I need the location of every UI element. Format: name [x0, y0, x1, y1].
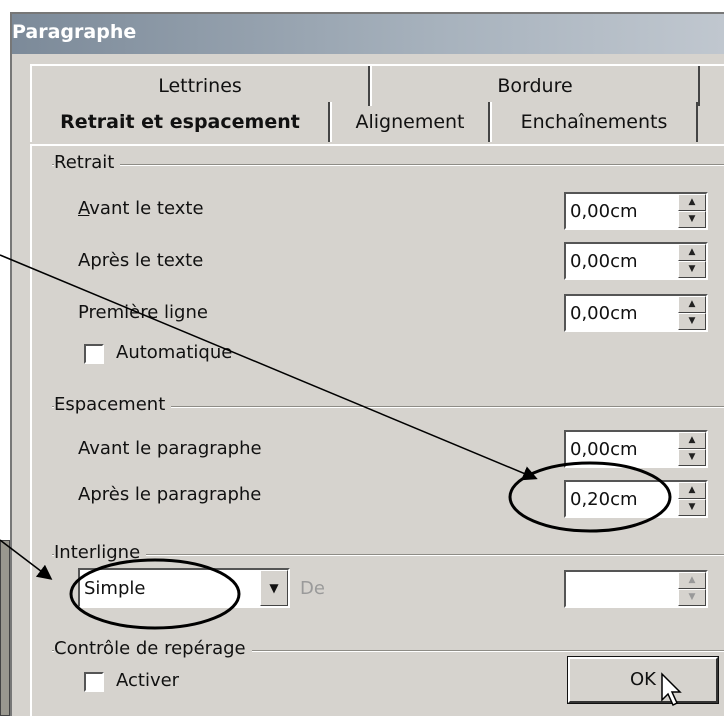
spin-down-icon[interactable]: ▼ [678, 589, 706, 606]
apres-paragraphe-label: Après le paragraphe [78, 484, 262, 505]
paragraph-dialog: Paragraphe Lettrines Bordure Retrait et … [10, 12, 724, 724]
spinner-buttons: ▲ ▼ [678, 194, 706, 228]
spin-up-icon[interactable]: ▲ [678, 572, 706, 589]
tab-lettrines[interactable]: Lettrines [30, 66, 370, 106]
spin-down-icon[interactable]: ▼ [678, 449, 706, 466]
espacement-group-label: Espacement [54, 394, 172, 415]
avant-texte-label-text: vant le texte [89, 198, 204, 219]
de-spinner[interactable]: ▲ ▼ [564, 570, 708, 608]
spin-up-icon[interactable]: ▲ [678, 432, 706, 449]
avant-paragraphe-spinner[interactable]: 0,00cm ▲ ▼ [564, 430, 708, 468]
premiere-ligne-spinner[interactable]: 0,00cm ▲ ▼ [564, 294, 708, 332]
spin-down-icon[interactable]: ▼ [678, 499, 706, 516]
mouse-cursor-icon [661, 672, 682, 707]
spinner-buttons: ▲ ▼ [678, 296, 706, 330]
spin-up-icon[interactable]: ▲ [678, 244, 706, 261]
automatique-checkbox[interactable] [84, 344, 104, 364]
avant-texte-value: 0,00cm [570, 201, 638, 222]
tab-enchainements[interactable]: Enchaînements [490, 102, 698, 142]
spin-up-icon[interactable]: ▲ [678, 482, 706, 499]
spinner-buttons: ▲ ▼ [678, 244, 706, 278]
spin-up-icon[interactable]: ▲ [678, 194, 706, 211]
apres-paragraphe-value: 0,20cm [570, 489, 638, 510]
activer-label: Activer [116, 670, 180, 691]
premiere-ligne-value: 0,00cm [570, 303, 638, 324]
dialog-title: Paragraphe [12, 14, 724, 54]
tab-row-back: Lettrines Bordure [30, 64, 724, 106]
spin-down-icon[interactable]: ▼ [678, 261, 706, 278]
spinner-buttons: ▲ ▼ [678, 432, 706, 466]
activer-checkbox[interactable] [84, 672, 104, 692]
interligne-divider [52, 554, 724, 556]
ok-button[interactable]: OK [567, 656, 719, 704]
apres-paragraphe-spinner[interactable]: 0,20cm ▲ ▼ [564, 480, 708, 518]
background-window [0, 540, 10, 716]
avant-texte-spinner[interactable]: 0,00cm ▲ ▼ [564, 192, 708, 230]
spin-down-icon[interactable]: ▼ [678, 211, 706, 228]
spinner-buttons: ▲ ▼ [678, 572, 706, 606]
apres-texte-spinner[interactable]: 0,00cm ▲ ▼ [564, 242, 708, 280]
retrait-group-label: Retrait [54, 152, 121, 173]
avant-texte-label: Avant le texte [78, 198, 204, 219]
apres-texte-value: 0,00cm [570, 251, 638, 272]
spin-up-icon[interactable]: ▲ [678, 296, 706, 313]
interligne-select[interactable]: Simple ▼ [78, 568, 290, 608]
apres-texte-label: Après le texte [78, 250, 204, 271]
avant-paragraphe-value: 0,00cm [570, 439, 638, 460]
interligne-group-label: Interligne [54, 542, 147, 563]
avant-paragraphe-label: Avant le paragraphe [78, 438, 262, 459]
retrait-divider [52, 164, 724, 166]
chevron-down-icon[interactable]: ▼ [260, 570, 288, 606]
interligne-selected: Simple [84, 578, 146, 599]
tab-retrait-espacement[interactable]: Retrait et espacement [30, 102, 330, 142]
tab-bordure[interactable]: Bordure [370, 66, 700, 106]
de-label: De [300, 578, 325, 599]
spinner-buttons: ▲ ▼ [678, 482, 706, 516]
spin-down-icon[interactable]: ▼ [678, 313, 706, 330]
tab-alignement[interactable]: Alignement [330, 102, 490, 142]
premiere-ligne-label: Première ligne [78, 302, 208, 323]
controle-group-label: Contrôle de repérage [54, 638, 252, 659]
automatique-label: Automatique [116, 342, 233, 363]
avant-texte-access-key: A [78, 198, 90, 219]
